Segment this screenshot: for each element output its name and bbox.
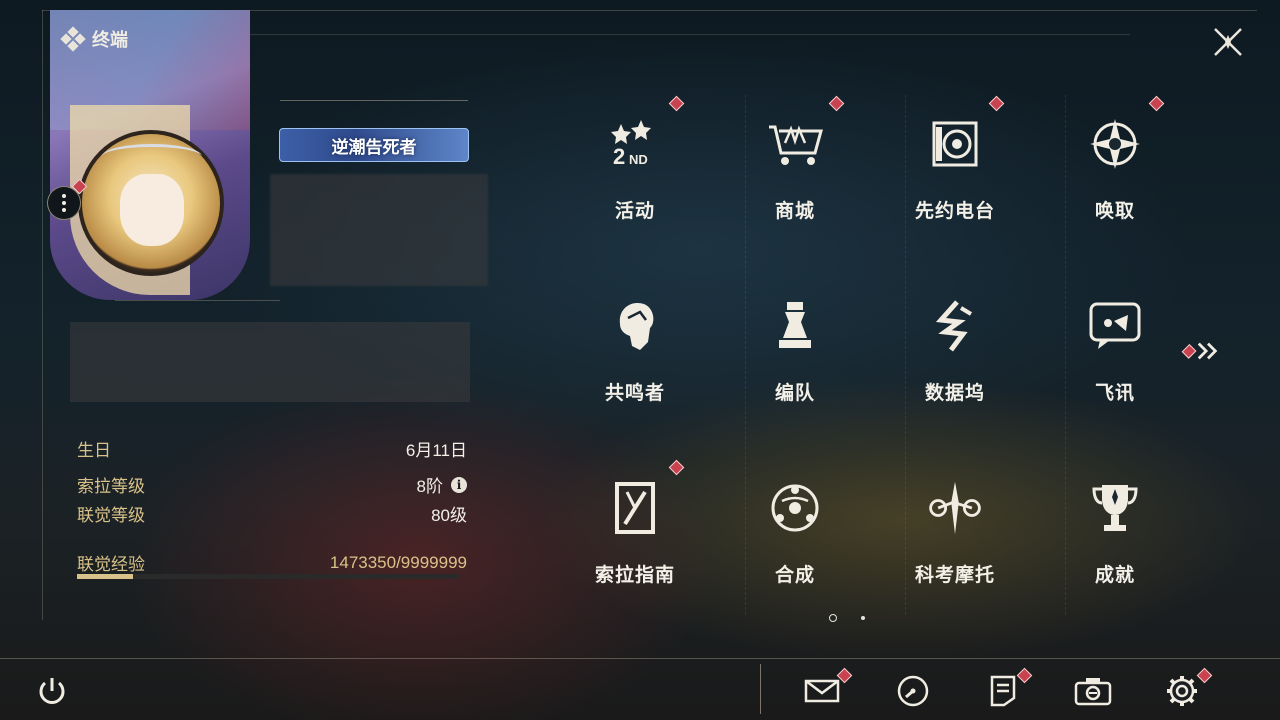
camera-icon: [1074, 678, 1112, 706]
frame-bottom-line: [0, 658, 1280, 659]
avatar[interactable]: [78, 130, 224, 276]
info-row-sol-rank: 索拉等级 8阶 i: [77, 472, 467, 497]
notice-button[interactable]: [983, 672, 1023, 710]
menu-item-label: 先约电台: [914, 201, 995, 222]
sol-rank-value-wrap: 8阶 i: [417, 472, 467, 497]
menu-item-shop[interactable]: 商城: [725, 92, 865, 242]
union-exp-bar: [77, 574, 460, 579]
notice-icon: [990, 675, 1016, 707]
shop-cart-icon: [765, 114, 825, 174]
menu-notify-dot: [988, 95, 1005, 112]
svg-text:2: 2: [613, 144, 625, 169]
union-exp-fill: [77, 574, 134, 579]
settings-button[interactable]: [1162, 672, 1202, 710]
menu-notify-dot: [828, 95, 845, 112]
info-row-union-exp: 联觉经验 1473350/9999999: [77, 550, 467, 575]
message-icon: [1085, 296, 1145, 356]
menu-item-label: 成就: [1094, 565, 1135, 586]
birthday-label: 生日: [77, 441, 111, 460]
union-level-label: 联觉等级: [77, 506, 145, 525]
double-chevron-right-icon: [1198, 342, 1218, 360]
birthday-value: 6月11日: [405, 441, 467, 460]
frame-left-line: [42, 10, 43, 620]
svg-text:ND: ND: [629, 152, 648, 167]
clock-icon: [897, 675, 929, 707]
menu-item-label: 共鸣者: [604, 383, 665, 404]
menu-item-label: 商城: [774, 201, 815, 222]
time-button[interactable]: [893, 672, 933, 710]
guidebook-icon: [605, 478, 665, 538]
terminal-header: 终端: [60, 26, 128, 52]
mail-icon: [804, 679, 840, 703]
compass-star-icon: [1085, 114, 1145, 174]
menu-item-motorcycle[interactable]: 科考摩托: [885, 456, 1025, 606]
union-level-value: 80级: [431, 506, 467, 525]
databank-icon: [925, 296, 985, 356]
sol-rank-value: 8阶: [416, 477, 443, 496]
menu-item-label: 编队: [774, 383, 815, 404]
info-row-birthday: 生日 6月11日: [77, 436, 467, 461]
synthesis-icon: [765, 478, 825, 538]
next-page-notify-dot: [1181, 343, 1197, 359]
menu-item-label: 飞讯: [1094, 383, 1135, 404]
profile-divider-top: [280, 100, 468, 101]
chess-team-icon: [765, 296, 825, 356]
mail-button[interactable]: [802, 672, 842, 710]
menu-item-team[interactable]: 编队: [725, 274, 865, 424]
title-badge[interactable]: 逆潮告死者: [279, 128, 469, 162]
close-button[interactable]: [1208, 22, 1248, 62]
2nd-anniversary-icon: 2 ND: [605, 114, 665, 174]
menu-notify-dot: [668, 459, 685, 476]
menu-item-label: 数据坞: [924, 383, 985, 404]
page-indicator-next[interactable]: [861, 616, 865, 620]
profile-divider-bottom: [115, 300, 280, 301]
menu-item-activity[interactable]: 2 ND 活动: [565, 92, 705, 242]
menu-notify-dot: [668, 95, 685, 112]
player-name-redacted: [270, 174, 488, 286]
gear-icon: [1167, 676, 1197, 706]
trophy-icon: [1085, 478, 1145, 538]
menu-item-label: 科考摩托: [914, 565, 995, 586]
next-page-button[interactable]: [1180, 338, 1224, 364]
menu-item-databank[interactable]: 数据坞: [885, 274, 1025, 424]
radio-icon: [925, 114, 985, 174]
menu-notify-dot: [1148, 95, 1165, 112]
menu-item-label: 活动: [614, 201, 655, 222]
menu-item-message[interactable]: 飞讯: [1045, 274, 1185, 424]
power-icon: [39, 678, 65, 704]
more-dots-icon: [62, 194, 66, 198]
menu-item-guide[interactable]: 索拉指南: [565, 456, 705, 606]
union-exp-value: 1473350/9999999: [329, 552, 467, 572]
union-exp-label: 联觉经验: [77, 555, 145, 574]
menu-item-label: 合成: [774, 565, 815, 586]
camera-button[interactable]: [1073, 672, 1113, 710]
signature-redacted: [70, 322, 470, 402]
menu-item-summon[interactable]: 唤取: [1045, 92, 1185, 242]
power-button[interactable]: [32, 672, 72, 710]
page-title: 终端: [92, 30, 128, 50]
menu-item-radio[interactable]: 先约电台: [885, 92, 1025, 242]
motorcycle-icon: [925, 478, 985, 538]
close-icon: [1214, 28, 1242, 56]
character-head-icon: [605, 296, 665, 356]
frame-header-line: [250, 34, 1130, 35]
menu-item-synthesis[interactable]: 合成: [725, 456, 865, 606]
sol-rank-label: 索拉等级: [77, 477, 145, 496]
bottom-divider: [760, 664, 761, 714]
info-icon[interactable]: i: [451, 476, 467, 493]
menu-item-resonator[interactable]: 共鸣者: [565, 274, 705, 424]
terminal-diamond-icon: [60, 26, 86, 52]
page-indicator-current[interactable]: [829, 614, 837, 622]
info-row-union-level: 联觉等级 80级: [77, 501, 467, 526]
menu-item-achievement[interactable]: 成就: [1045, 456, 1185, 606]
menu-item-label: 索拉指南: [594, 565, 675, 586]
menu-item-label: 唤取: [1094, 201, 1135, 222]
